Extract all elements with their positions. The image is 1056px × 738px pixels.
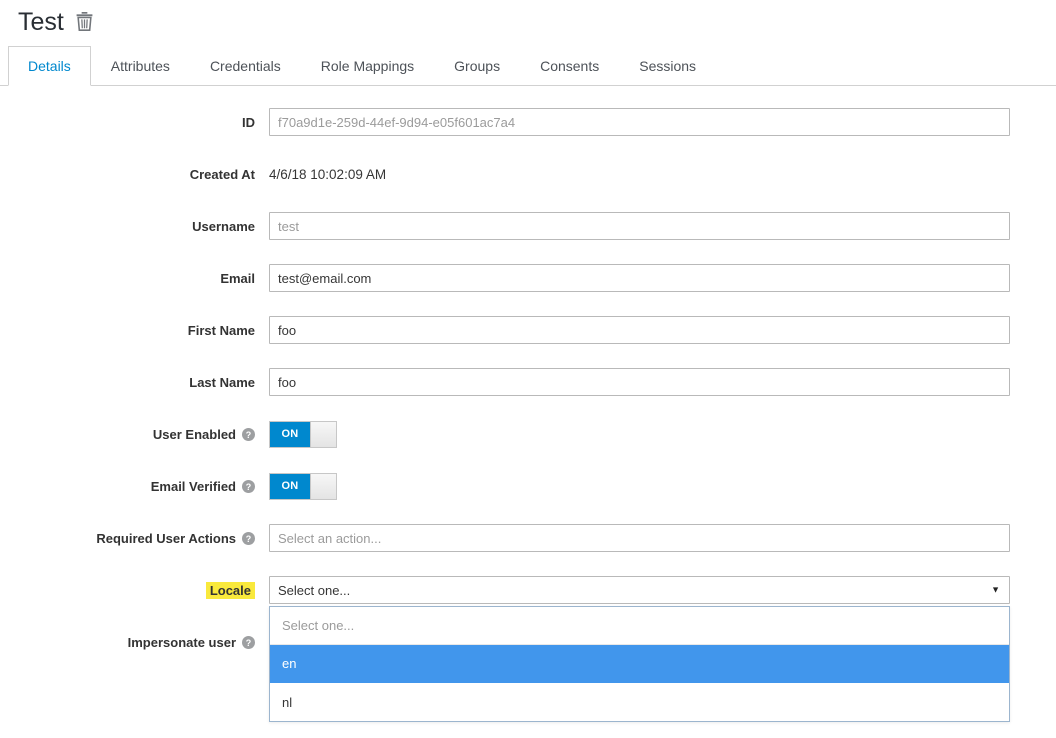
created-at-value: 4/6/18 10:02:09 AM — [269, 166, 387, 182]
tab-sessions[interactable]: Sessions — [619, 46, 716, 86]
locale-row: Locale Select one... ▼ Select one... en … — [0, 576, 1010, 722]
toggle-on-label: ON — [270, 473, 310, 499]
user-details-form: ID Created At 4/6/18 10:02:09 AM Usernam… — [0, 86, 1056, 722]
locale-select-wrap: Select one... ▼ Select one... en nl — [269, 576, 1010, 722]
toggle-handle — [310, 473, 336, 499]
tab-details[interactable]: Details — [8, 46, 91, 86]
toggle-on-label: ON — [270, 421, 310, 447]
page-header: Test — [0, 0, 1056, 40]
trash-icon — [76, 11, 93, 36]
email-verified-row: Email Verified ? ON — [0, 472, 1010, 500]
page-title: Test — [18, 7, 64, 36]
username-input[interactable] — [269, 212, 1010, 240]
svg-text:?: ? — [246, 481, 251, 491]
username-row: Username — [0, 212, 1010, 240]
toggle-handle — [310, 421, 336, 447]
required-actions-input[interactable] — [269, 524, 1010, 552]
email-verified-label: Email Verified ? — [0, 479, 255, 494]
required-actions-label-text: Required User Actions — [96, 530, 236, 546]
svg-text:?: ? — [246, 429, 251, 439]
user-enabled-label: User Enabled ? — [0, 427, 255, 442]
username-label: Username — [192, 218, 255, 234]
tab-attributes[interactable]: Attributes — [91, 46, 190, 86]
email-row: Email — [0, 264, 1010, 292]
user-enabled-row: User Enabled ? ON — [0, 420, 1010, 448]
help-icon[interactable]: ? — [242, 479, 255, 493]
tab-role-mappings[interactable]: Role Mappings — [301, 46, 434, 86]
first-name-label: First Name — [187, 322, 255, 338]
locale-option-en[interactable]: en — [270, 645, 1009, 683]
id-label: ID — [242, 114, 255, 130]
id-row: ID — [0, 108, 1010, 136]
last-name-label: Last Name — [189, 374, 255, 390]
help-icon[interactable]: ? — [242, 531, 255, 545]
email-field[interactable] — [269, 264, 1010, 292]
tab-groups[interactable]: Groups — [434, 46, 520, 86]
user-enabled-label-text: User Enabled — [152, 426, 236, 442]
delete-user-button[interactable] — [76, 9, 93, 36]
email-verified-toggle[interactable]: ON — [269, 472, 337, 500]
user-enabled-toggle[interactable]: ON — [269, 420, 337, 448]
impersonate-label-text: Impersonate user — [127, 634, 236, 650]
user-tabs: Details Attributes Credentials Role Mapp… — [0, 46, 1056, 86]
help-icon[interactable]: ? — [242, 427, 255, 441]
impersonate-label: Impersonate user ? — [0, 635, 255, 650]
first-name-field[interactable] — [269, 316, 1010, 344]
email-label: Email — [220, 270, 255, 286]
locale-label-highlighted-text: Locale — [205, 581, 255, 599]
locale-option-nl[interactable]: nl — [270, 683, 1009, 721]
locale-option-select-one[interactable]: Select one... — [270, 607, 1009, 645]
first-name-row: First Name — [0, 316, 1010, 344]
last-name-row: Last Name — [0, 368, 1010, 396]
svg-text:?: ? — [246, 533, 251, 543]
created-at-row: Created At 4/6/18 10:02:09 AM — [0, 160, 1010, 188]
email-verified-label-text: Email Verified — [150, 478, 236, 494]
tab-credentials[interactable]: Credentials — [190, 46, 301, 86]
locale-dropdown: Select one... en nl — [269, 606, 1010, 722]
created-at-label: Created At — [189, 166, 255, 182]
locale-label: Locale — [0, 581, 255, 599]
svg-text:?: ? — [246, 637, 251, 647]
tab-consents[interactable]: Consents — [520, 46, 619, 86]
chevron-down-icon: ▼ — [991, 584, 1000, 595]
locale-select[interactable]: Select one... ▼ — [269, 576, 1010, 604]
help-icon[interactable]: ? — [242, 635, 255, 649]
id-input[interactable] — [269, 108, 1010, 136]
last-name-field[interactable] — [269, 368, 1010, 396]
locale-selected-value: Select one... — [278, 582, 351, 598]
required-actions-label: Required User Actions ? — [0, 531, 255, 546]
required-actions-row: Required User Actions ? — [0, 524, 1010, 552]
